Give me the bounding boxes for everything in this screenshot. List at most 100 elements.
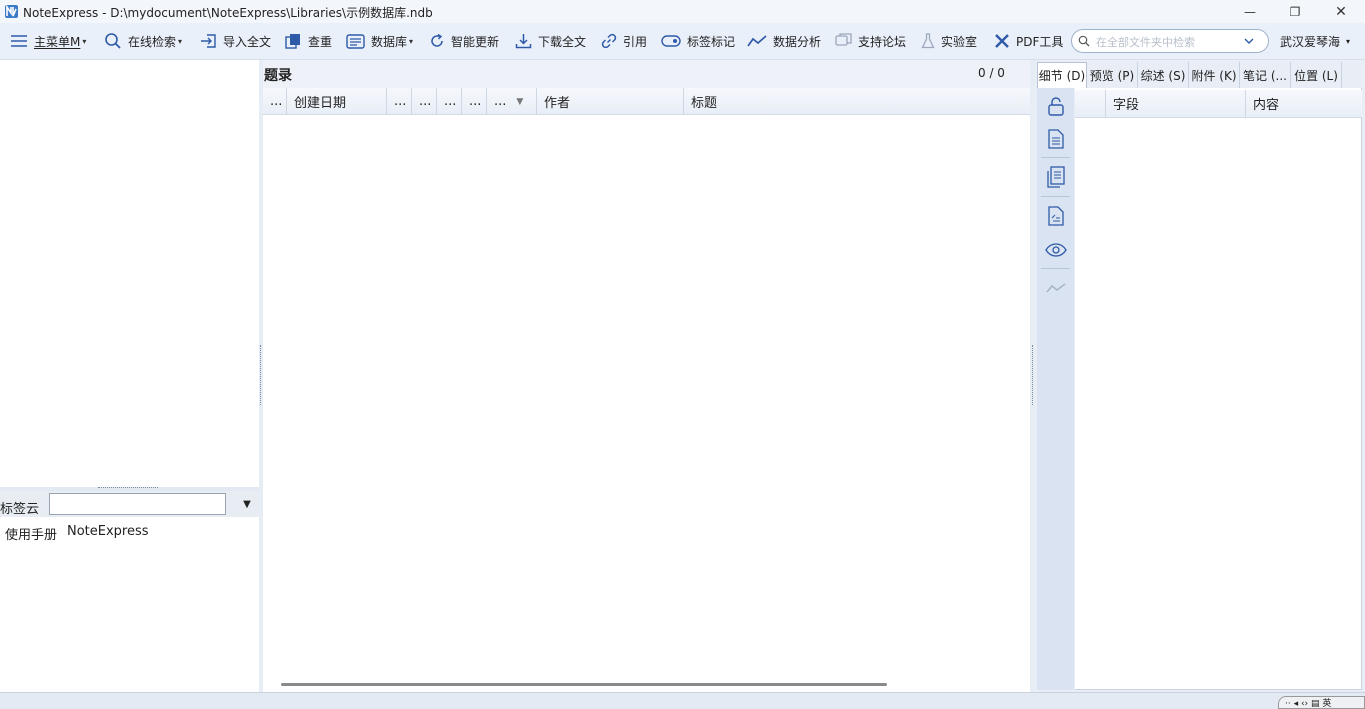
trend-button[interactable] [1037, 271, 1074, 305]
column-header-blank [1075, 90, 1106, 117]
download-fulltext-button[interactable]: 下载全文 [515, 29, 586, 53]
column-header-title[interactable]: 标题 [684, 88, 1030, 115]
column-header[interactable]: ... [412, 88, 437, 115]
chevron-down-icon: ▾ [409, 36, 414, 46]
chevron-down-icon: ▾ [178, 36, 183, 46]
tab-attachments[interactable]: 附件 (K) [1189, 62, 1240, 88]
search-input[interactable] [1094, 33, 1244, 51]
separator [1041, 268, 1070, 269]
maximize-button[interactable]: ❐ [1272, 0, 1318, 23]
document-button[interactable] [1037, 122, 1074, 156]
tab-notes[interactable]: 笔记 (... [1240, 62, 1291, 88]
forum-icon [835, 33, 852, 46]
dedupe-button[interactable]: 查重 [285, 29, 332, 53]
column-header[interactable]: ... [437, 88, 462, 115]
detail-tabs: 细节 (D) 预览 (P) 综述 (S) 附件 (K) 笔记 (... 位置 (… [1035, 62, 1365, 88]
detail-icon-bar [1037, 88, 1074, 690]
status-bar [0, 692, 1365, 709]
import-fulltext-label: 导入全文 [223, 34, 272, 49]
tag-cloud-panel [0, 491, 259, 692]
records-header [263, 60, 1030, 88]
separator [1041, 196, 1070, 197]
restore-icon: ❐ [1289, 4, 1301, 19]
tag-mark-button[interactable]: 标签标记 [661, 29, 735, 53]
lock-button[interactable] [1037, 89, 1074, 123]
online-search-button[interactable]: 在线检索 ▾ [104, 29, 182, 53]
database-label: 数据库 [371, 34, 408, 49]
support-forum-button[interactable]: 支持论坛 [835, 29, 906, 53]
trend-icon [747, 35, 767, 47]
documents-icon [1046, 166, 1065, 188]
flask-icon [921, 33, 935, 49]
import-icon [201, 34, 216, 48]
column-header[interactable]: ... [462, 88, 487, 115]
note-button[interactable] [1037, 199, 1074, 233]
tab-preview[interactable]: 预览 (P) [1087, 62, 1138, 88]
cite-button[interactable]: 引用 [601, 29, 647, 53]
main-menu-label: 主菜单M [34, 34, 81, 49]
refresh-icon [431, 33, 443, 47]
tag-item[interactable]: 使用手册 [5, 524, 57, 543]
search-icon [1078, 35, 1090, 47]
tray-text: ·· ◂ ‹› ▤ 英 [1285, 699, 1332, 709]
folder-tree-panel[interactable] [0, 60, 259, 487]
minimize-button[interactable]: — [1227, 0, 1273, 23]
duplicate-icon [285, 34, 300, 49]
tag-icon [661, 35, 681, 47]
main-menu-button[interactable]: 主菜单M ▾ [10, 29, 86, 53]
data-analysis-label: 数据分析 [773, 34, 822, 49]
app-logo-icon [4, 4, 19, 19]
view-button[interactable] [1037, 233, 1074, 267]
window-title: NoteExpress - D:\mydocument\NoteExpress\… [23, 6, 433, 20]
user-name: 武汉爱琴海 [1280, 35, 1341, 49]
records-column-header: ... 创建日期 ... ... ... ... ... ▼ 作者 标题 [263, 88, 1030, 115]
hamburger-icon [11, 35, 27, 47]
tab-details[interactable]: 细节 (D) [1037, 62, 1087, 88]
minimize-icon: — [1244, 4, 1256, 19]
data-analysis-button[interactable]: 数据分析 [747, 29, 821, 53]
tag-item[interactable]: NoteExpress [67, 524, 149, 539]
tab-summary[interactable]: 综述 (S) [1138, 62, 1189, 88]
note-icon [1047, 206, 1064, 226]
detail-table [1075, 88, 1362, 690]
separator [1041, 157, 1070, 158]
lab-label: 实验室 [941, 34, 978, 49]
tools-icon [995, 34, 1009, 48]
column-header-content[interactable]: 内容 [1246, 90, 1362, 117]
horizontal-scrollbar[interactable] [281, 683, 887, 686]
user-menu[interactable]: 武汉爱琴海 ▾ [1280, 33, 1350, 50]
column-header-created-date[interactable]: 创建日期 [287, 88, 387, 115]
tag-cloud-dropdown-button[interactable]: ▼ [238, 496, 256, 512]
download-icon [515, 34, 532, 49]
column-header-label: ... [494, 94, 507, 109]
records-panel [263, 60, 1030, 692]
tag-cloud-input[interactable] [49, 493, 226, 515]
tag-cloud-label: 标签云 [0, 502, 40, 517]
pdf-tools-button[interactable]: PDF工具 [994, 29, 1063, 53]
import-fulltext-button[interactable]: 导入全文 [200, 29, 271, 53]
sort-indicator-icon: ▼ [516, 96, 524, 107]
search-box[interactable] [1071, 29, 1269, 53]
database-button[interactable]: 数据库 ▾ [346, 29, 413, 53]
record-count: 0 / 0 [978, 66, 1005, 80]
trend-icon [1045, 283, 1065, 293]
column-header[interactable]: ... ▼ [487, 88, 537, 115]
chevron-down-icon[interactable] [1244, 38, 1254, 45]
chevron-down-icon: ▼ [243, 498, 251, 510]
chevron-down-icon: ▾ [82, 36, 87, 46]
online-search-label: 在线检索 [128, 34, 177, 49]
lab-button[interactable]: 实验室 [921, 29, 977, 53]
close-icon: ✕ [1335, 3, 1347, 20]
copy-document-button[interactable] [1037, 160, 1074, 194]
tab-location[interactable]: 位置 (L) [1291, 62, 1342, 88]
input-method-tray[interactable]: ·· ◂ ‹› ▤ 英 [1278, 696, 1365, 709]
tag-mark-label: 标签标记 [687, 34, 736, 49]
smart-update-button[interactable]: 智能更新 [429, 29, 499, 53]
column-header-author[interactable]: 作者 [537, 88, 684, 115]
close-button[interactable]: ✕ [1318, 0, 1364, 23]
column-header-field[interactable]: 字段 [1106, 90, 1246, 117]
smart-update-label: 智能更新 [451, 34, 500, 49]
column-header[interactable]: ... [387, 88, 412, 115]
eye-icon [1044, 243, 1067, 257]
column-header[interactable]: ... [263, 88, 287, 115]
